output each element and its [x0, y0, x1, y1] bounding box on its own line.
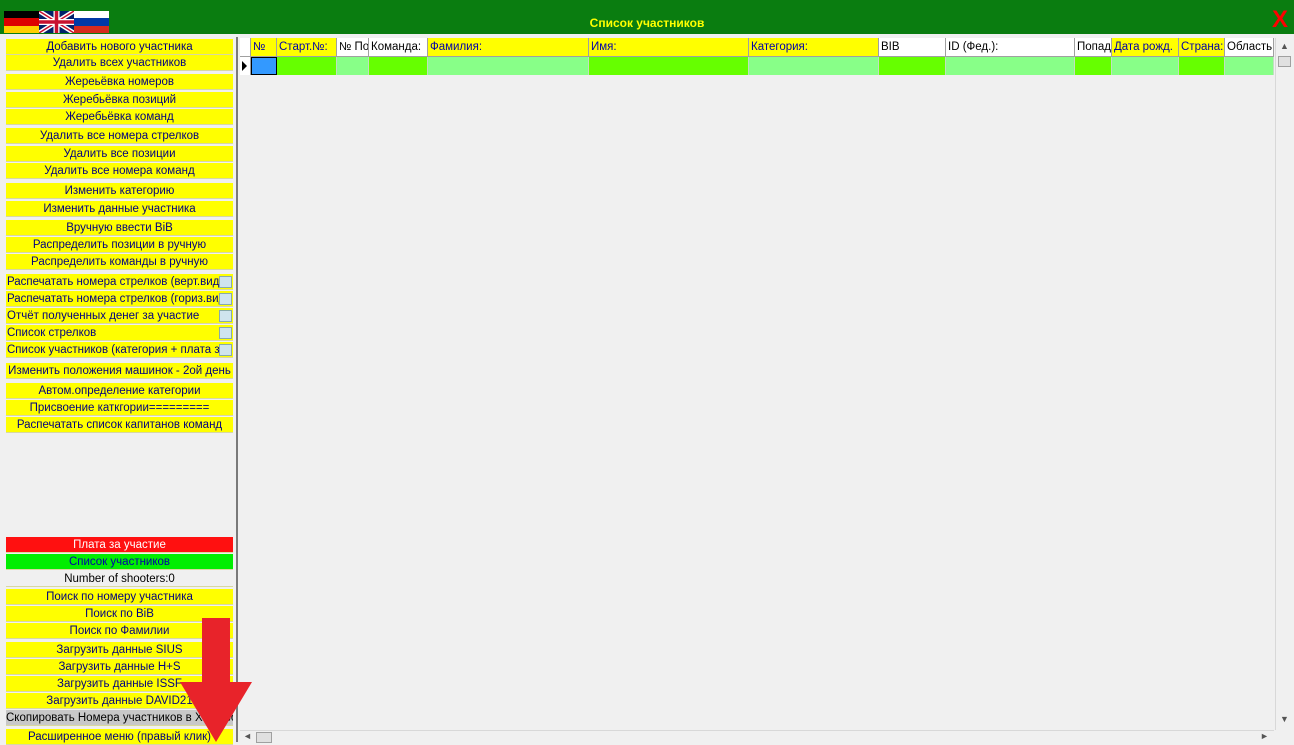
grid-cell[interactable]: [1075, 57, 1112, 75]
delete-positions-button[interactable]: Удалить все позиции: [6, 146, 233, 162]
draw-positions-button[interactable]: Жеребьёвка позиций: [6, 92, 233, 108]
print-icon: [219, 344, 232, 356]
title-bar: Список участников X: [0, 0, 1294, 34]
table-row[interactable]: [240, 57, 1274, 75]
grid-header: № Старт.№: № По Команда: Фамилия: Имя: К…: [240, 38, 1274, 57]
add-participant-button[interactable]: Добавить нового участника: [6, 39, 233, 55]
assign-teams-button[interactable]: Распределить команды в ручную: [6, 254, 233, 270]
enter-bib-button[interactable]: Вручную ввести BiB: [6, 220, 233, 236]
column-header-name[interactable]: Имя:: [589, 38, 749, 57]
print-icon: [219, 293, 232, 305]
column-header-birth-date[interactable]: Дата рожд.: [1112, 38, 1179, 57]
column-header-hits[interactable]: Попад: [1075, 38, 1112, 57]
column-header-region[interactable]: Область:: [1225, 38, 1274, 57]
print-icon: [219, 310, 232, 322]
draw-numbers-button[interactable]: Жереьёвка номеров: [6, 74, 233, 90]
grid-cell[interactable]: [1225, 57, 1274, 75]
shooters-list-label: Список стрелков: [7, 327, 97, 339]
column-header-bib[interactable]: BIB: [879, 38, 946, 57]
grid-cell[interactable]: [1112, 57, 1179, 75]
window-title: Список участников: [589, 16, 705, 30]
change-category-button[interactable]: Изменить категорию: [6, 183, 233, 199]
column-header-team[interactable]: Команда:: [369, 38, 428, 57]
grid-cell[interactable]: [428, 57, 589, 75]
edit-participant-button[interactable]: Изменить данные участника: [6, 201, 233, 217]
participants-grid[interactable]: № Старт.№: № По Команда: Фамилия: Имя: К…: [240, 38, 1274, 730]
money-report-label: Отчёт полученных денег за участие: [7, 310, 200, 322]
vertical-scrollbar[interactable]: ▲ ▼: [1275, 38, 1292, 730]
grid-cell[interactable]: [589, 57, 749, 75]
column-header-category[interactable]: Категория:: [749, 38, 879, 57]
scroll-down-icon[interactable]: ▼: [1280, 714, 1289, 724]
shooters-count: Number of shooters:0: [6, 571, 233, 587]
column-header-start-number[interactable]: Старт.№:: [277, 38, 337, 57]
assign-positions-button[interactable]: Распределить позиции в ручную: [6, 237, 233, 253]
red-arrow-icon: [180, 618, 252, 742]
column-header-position[interactable]: № По: [337, 38, 369, 57]
vertical-scroll-thumb[interactable]: [1278, 56, 1291, 67]
grid-cell[interactable]: [946, 57, 1075, 75]
delete-all-participants-button[interactable]: Удалить всех участников: [6, 55, 233, 71]
close-button[interactable]: X: [1272, 8, 1288, 32]
money-report-button[interactable]: Отчёт полученных денег за участие: [6, 308, 233, 324]
print-captains-button[interactable]: Распечатать список капитанов команд: [6, 417, 233, 433]
column-header-number[interactable]: №: [251, 38, 277, 57]
participants-list-print-label: Список участников (категория + плата за: [7, 344, 227, 356]
print-icon: [219, 276, 232, 288]
column-header-fed-id[interactable]: ID (Фед.):: [946, 38, 1075, 57]
horizontal-scrollbar[interactable]: ◄ ►: [240, 730, 1274, 743]
print-numbers-horizontal-button[interactable]: Распечатать номера стрелков (гориз.вид): [6, 291, 233, 307]
draw-teams-button[interactable]: Жеребьёвка команд: [6, 109, 233, 125]
delete-team-numbers-button[interactable]: Удалить все номера команд: [6, 163, 233, 179]
participants-list-print-button[interactable]: Список участников (категория + плата за: [6, 342, 233, 358]
print-icon: [219, 327, 232, 339]
print-numbers-vertical-label: Распечатать номера стрелков (верт.вид): [7, 276, 224, 288]
delete-shooter-numbers-button[interactable]: Удалить все номера стрелков: [6, 128, 233, 144]
row-header-corner: [240, 38, 251, 57]
column-header-surname[interactable]: Фамилия:: [428, 38, 589, 57]
grid-cell[interactable]: [879, 57, 946, 75]
column-header-country[interactable]: Страна:: [1179, 38, 1225, 57]
selected-cell[interactable]: [251, 57, 277, 75]
search-by-number-button[interactable]: Поиск по номеру участника: [6, 589, 233, 605]
assign-category-button[interactable]: Присвоение каткгории=========: [6, 400, 233, 416]
participation-fee-button[interactable]: Плата за участие: [6, 537, 233, 553]
auto-category-button[interactable]: Автом.определение категории: [6, 383, 233, 399]
row-selector[interactable]: [240, 57, 251, 75]
grid-cell[interactable]: [277, 57, 337, 75]
change-machine-positions-button[interactable]: Изменить положения машинок - 2ой день: [6, 363, 233, 379]
scroll-up-icon[interactable]: ▲: [1280, 41, 1289, 51]
grid-cell[interactable]: [337, 57, 369, 75]
grid-cell[interactable]: [369, 57, 428, 75]
print-numbers-horizontal-label: Распечатать номера стрелков (гориз.вид): [7, 293, 230, 305]
grid-cell[interactable]: [1179, 57, 1225, 75]
scroll-right-icon[interactable]: ►: [1260, 731, 1269, 741]
shooters-list-button[interactable]: Список стрелков: [6, 325, 233, 341]
horizontal-scroll-thumb[interactable]: [256, 732, 272, 743]
print-numbers-vertical-button[interactable]: Распечатать номера стрелков (верт.вид): [6, 274, 233, 290]
participants-list-button[interactable]: Список участников: [6, 554, 233, 570]
grid-cell[interactable]: [749, 57, 879, 75]
